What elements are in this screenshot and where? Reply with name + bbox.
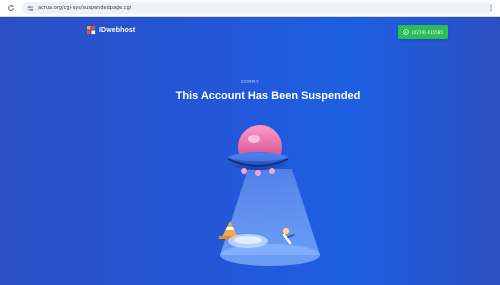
- whatsapp-contact-button[interactable]: (0274) 415585: [398, 25, 448, 39]
- more-vert-icon[interactable]: [485, 2, 497, 14]
- page-title: This Account Has Been Suspended: [175, 90, 361, 102]
- browser-toolbar: acrua.org/cgi-sys/suspendedpage.cgi: [0, 0, 500, 17]
- suspended-page: IDwebhost (0274) 415585 SORRY This Accou…: [0, 17, 500, 285]
- url-text: acrua.org/cgi-sys/suspendedpage.cgi: [38, 5, 132, 11]
- whatsapp-icon: [403, 29, 409, 35]
- ufo-light: [241, 168, 247, 174]
- logo-text: IDwebhost: [99, 27, 136, 34]
- eyebrow-text: SORRY: [240, 79, 260, 84]
- whatsapp-label: (0274) 415585: [411, 29, 444, 35]
- address-bar[interactable]: acrua.org/cgi-sys/suspendedpage.cgi: [22, 2, 492, 14]
- logo[interactable]: IDwebhost: [87, 26, 135, 35]
- ufo-illustration: [219, 125, 320, 266]
- logo-mark-icon: [87, 26, 96, 35]
- reload-icon[interactable]: [4, 1, 18, 15]
- site-info-icon[interactable]: [26, 4, 35, 13]
- beam-base: [220, 244, 320, 266]
